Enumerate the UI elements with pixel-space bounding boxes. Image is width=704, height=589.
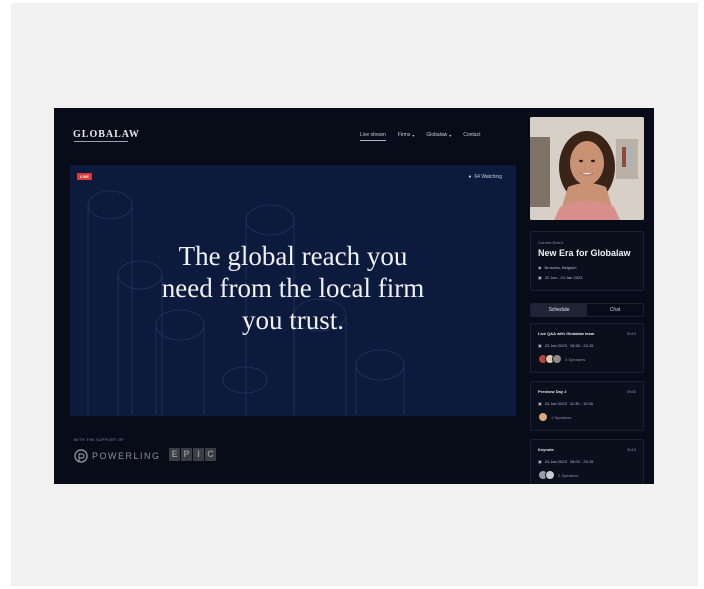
speakers-count: 2 Speakers: [558, 472, 579, 478]
avatar: [552, 354, 562, 364]
viewer-count-label: 64 Watching: [474, 174, 502, 180]
calendar-icon: ▣: [538, 459, 542, 464]
avatar: [545, 470, 555, 480]
session-speakers: 1 Speakers: [538, 412, 571, 422]
nav-live-stream[interactable]: Live stream: [360, 132, 386, 141]
presenter-video[interactable]: [530, 117, 644, 220]
epic-letter: P: [181, 448, 192, 461]
viewer-count: ● 64 Watching: [468, 174, 502, 180]
session-title: Preshow Day 2: [538, 389, 567, 394]
session-time: 16:00 - 20:15: [569, 459, 594, 464]
epic-letter: C: [205, 448, 216, 461]
session-date: 24 Jan 2023: [544, 401, 567, 406]
epic-letter: E: [169, 448, 180, 461]
tab-schedule[interactable]: Schedule: [531, 304, 587, 316]
event-location: ◉ Brussels, Belgium: [538, 265, 577, 270]
main-nav: Live stream Firms ▾ Globalaw ▾ Contact: [360, 132, 480, 141]
globalaw-logo[interactable]: GLOBALAW: [73, 129, 140, 140]
presenter-image: [530, 117, 644, 220]
session-time: 15:30 - 22:15: [569, 343, 594, 348]
event-title: New Era for Globalaw: [538, 248, 631, 258]
session-card[interactable]: Keynote 2h10 ▣ 24 Jan 2023 16:00 - 20:15…: [530, 439, 644, 484]
session-datetime: ▣ 24 Jan 2023 11:30 - 12:00: [538, 401, 593, 406]
event-dates: ▣ 22 Jan - 24 Jan 2023: [538, 275, 582, 280]
session-duration: 2h10: [627, 447, 636, 452]
nav-firms[interactable]: Firms ▾: [398, 132, 415, 138]
session-card[interactable]: Preshow Day 2 0h30 ▣ 24 Jan 2023 11:30 -…: [530, 381, 644, 431]
session-title: Live Q&A with Globalaw team: [538, 331, 595, 336]
sponsor-label: WITH THE SUPPORT OF: [74, 438, 124, 442]
session-date: 23 Jan 2023: [544, 343, 567, 348]
session-date: 24 Jan 2023: [544, 459, 567, 464]
event-dates-text: 22 Jan - 24 Jan 2023: [544, 275, 583, 280]
chevron-down-icon: ▾: [449, 132, 452, 138]
chevron-down-icon: ▾: [412, 132, 415, 138]
logo-underline: [74, 141, 128, 142]
live-badge: LIVE: [77, 173, 92, 180]
calendar-icon: ▣: [538, 343, 542, 348]
nav-label: Live stream: [360, 132, 386, 138]
session-duration: 0h30: [627, 389, 636, 394]
epic-logo: E P I C: [169, 448, 216, 461]
hero-headline: The global reach you need from the local…: [161, 241, 425, 335]
avatar: [538, 412, 548, 422]
calendar-icon: ▣: [538, 401, 542, 406]
panel-tabs: Schedule Chat: [530, 303, 644, 317]
tab-chat[interactable]: Chat: [587, 304, 643, 316]
epic-letter: I: [193, 448, 204, 461]
speaker-avatars: [538, 354, 562, 364]
user-icon: ●: [468, 174, 472, 180]
current-event-card: Current Event New Era for Globalaw ◉ Bru…: [530, 231, 644, 291]
nav-globalaw[interactable]: Globalaw ▾: [426, 132, 451, 138]
nav-label: Contact: [463, 132, 481, 138]
nav-label: Globalaw: [426, 132, 448, 138]
session-duration: 2h10: [627, 331, 636, 336]
session-card[interactable]: Live Q&A with Globalaw team 2h10 ▣ 23 Ja…: [530, 323, 644, 373]
speakers-count: 3 Speakers: [565, 356, 586, 362]
nav-contact[interactable]: Contact: [463, 132, 480, 138]
speakers-count: 1 Speakers: [551, 414, 572, 420]
calendar-icon: ▣: [538, 275, 542, 280]
speaker-avatars: [538, 470, 555, 480]
location-pin-icon: ◉: [538, 265, 542, 270]
session-datetime: ▣ 23 Jan 2023 15:30 - 22:15: [538, 343, 593, 348]
powerling-mark-icon: [74, 449, 88, 463]
event-location-text: Brussels, Belgium: [544, 265, 577, 270]
nav-label: Firms: [397, 132, 411, 138]
session-time: 11:30 - 12:00: [569, 401, 594, 406]
live-stream-player[interactable]: LIVE ● 64 Watching The global reach you …: [70, 165, 516, 416]
session-speakers: 3 Speakers: [538, 354, 585, 364]
session-speakers: 2 Speakers: [538, 470, 578, 480]
session-title: Keynote: [538, 447, 554, 452]
event-label: Current Event: [538, 240, 563, 245]
session-datetime: ▣ 24 Jan 2023 16:00 - 20:15: [538, 459, 593, 464]
powerling-logo: POWERLING: [74, 449, 161, 463]
powerling-wordmark: POWERLING: [92, 451, 161, 461]
app-window: GLOBALAW Live stream Firms ▾ Globalaw ▾ …: [54, 108, 654, 484]
speaker-avatars: [538, 412, 548, 422]
